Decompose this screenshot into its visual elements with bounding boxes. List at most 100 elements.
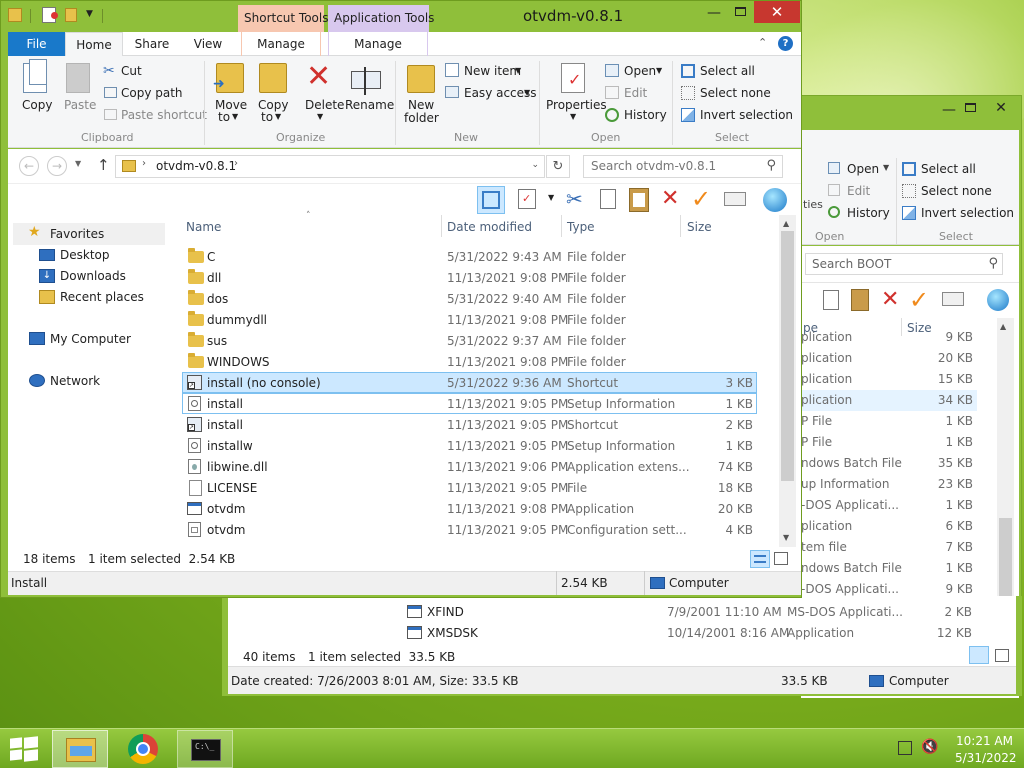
properties-icon[interactable]: ✓ — [561, 63, 585, 93]
file-name[interactable]: dummydll — [207, 313, 267, 327]
scroll-up-icon[interactable]: ▲ — [783, 219, 789, 228]
paste-button[interactable]: Paste — [64, 98, 96, 112]
back-large-icons-view-button[interactable] — [995, 649, 1009, 662]
back-edit-button[interactable]: Edit — [847, 184, 870, 198]
cut-icon[interactable]: ✂ — [103, 63, 115, 79]
cut-toolbar-icon[interactable]: ✂ — [566, 187, 583, 211]
tab-home[interactable]: Home — [65, 32, 123, 57]
back-search-box[interactable]: Search BOOT ⚲ — [805, 253, 1003, 275]
rename-icon[interactable] — [351, 67, 381, 95]
file-name[interactable]: install — [207, 418, 243, 432]
tab-manage-shortcut[interactable]: Manage — [241, 32, 321, 56]
recent-locations-icon[interactable]: ▼ — [75, 159, 81, 168]
file-name[interactable]: C — [207, 250, 215, 264]
search-icon[interactable]: ⚲ — [766, 158, 776, 173]
file-name[interactable]: LICENSE — [207, 481, 257, 495]
copy-toolbar-icon[interactable] — [600, 189, 616, 209]
tab-manage-application[interactable]: Manage — [328, 32, 428, 56]
back-globe-icon[interactable] — [987, 289, 1009, 311]
back-close-button[interactable]: ✕ — [983, 100, 1019, 120]
tab-view[interactable]: View — [181, 32, 235, 56]
properties-dropdown-icon[interactable]: ▼ — [548, 193, 554, 202]
nav-recent-places[interactable]: Recent places — [60, 290, 144, 304]
back-rename-icon[interactable] — [942, 292, 964, 306]
cut-button[interactable]: Cut — [121, 64, 142, 78]
search-box[interactable]: Search otvdm-v0.8.1 ⚲ — [583, 155, 783, 178]
back-select-all-button[interactable]: Select all — [921, 162, 976, 176]
column-date[interactable]: Date modified — [447, 220, 532, 234]
file-name[interactable]: dll — [207, 271, 221, 285]
breadcrumb-chevron-icon[interactable]: › — [234, 158, 238, 169]
back-maximize-button[interactable] — [960, 101, 980, 117]
taskbar-file-explorer-button[interactable] — [52, 730, 108, 768]
details-view-button[interactable] — [750, 550, 770, 568]
new-folder-button[interactable]: New — [408, 98, 434, 112]
collapse-ribbon-icon[interactable]: ⌃ — [758, 36, 767, 49]
back-file-name[interactable]: XFIND — [427, 605, 464, 619]
nav-desktop[interactable]: Desktop — [60, 248, 110, 262]
file-name[interactable]: otvdm — [207, 502, 245, 516]
column-name[interactable]: Name — [186, 220, 221, 234]
taskbar-chrome-button[interactable] — [128, 734, 158, 764]
back-delete-icon[interactable]: ✕ — [881, 287, 899, 312]
move-to-icon[interactable]: ➜ — [213, 63, 244, 93]
new-folder-qa-icon[interactable] — [65, 8, 77, 22]
rename-button[interactable]: Rename — [345, 98, 394, 112]
network-tray-icon[interactable] — [898, 741, 912, 755]
file-list-scrollbar[interactable]: ▲ ▼ — [779, 215, 796, 547]
paste-toolbar-icon[interactable] — [629, 188, 649, 212]
back-paste-icon[interactable] — [851, 289, 869, 311]
breadcrumb-chevron-icon[interactable]: › — [142, 158, 146, 169]
up-button[interactable]: ↑ — [97, 156, 110, 174]
file-name[interactable]: dos — [207, 292, 228, 306]
file-name[interactable]: install — [207, 397, 243, 411]
delete-icon[interactable]: ✕ — [306, 59, 331, 94]
properties-toolbar-icon[interactable]: ✓ — [518, 189, 536, 209]
checkmark-toolbar-icon[interactable]: ✓ — [691, 185, 711, 213]
tab-file[interactable]: File — [8, 32, 65, 56]
file-name[interactable]: install (no console) — [207, 376, 321, 390]
front-explorer-window[interactable]: ▼ Shortcut Tools Application Tools otvdm… — [0, 0, 802, 598]
tab-share[interactable]: Share — [125, 32, 179, 56]
back-checkmark-icon[interactable]: ✓ — [909, 286, 929, 314]
nav-downloads[interactable]: Downloads — [60, 269, 126, 283]
paste-icon[interactable] — [66, 63, 90, 93]
properties-qa-icon[interactable] — [42, 7, 58, 23]
delete-toolbar-icon[interactable]: ✕ — [661, 186, 679, 211]
new-folder-button-line2[interactable]: folder — [404, 111, 439, 125]
back-search-input[interactable]: Search BOOT — [812, 257, 891, 271]
file-name[interactable]: sus — [207, 334, 227, 348]
edit-button[interactable]: Edit — [624, 86, 647, 100]
copy-button[interactable]: Copy — [22, 98, 52, 112]
nav-network[interactable]: Network — [50, 374, 100, 388]
scroll-down-icon[interactable]: ▼ — [783, 533, 789, 542]
delete-button[interactable]: Delete — [305, 98, 344, 112]
maximize-button[interactable] — [728, 3, 752, 21]
new-folder-icon[interactable] — [407, 65, 435, 93]
back-history-button[interactable]: History — [847, 206, 890, 220]
paste-shortcut-button[interactable]: Paste shortcut — [121, 108, 207, 122]
history-button[interactable]: History — [624, 108, 667, 122]
back-open-button[interactable]: Open — [847, 162, 879, 176]
volume-muted-icon[interactable]: 🔇 — [921, 739, 938, 755]
copy-path-button[interactable]: Copy path — [121, 86, 183, 100]
back-button[interactable]: ← — [19, 156, 39, 176]
taskbar-command-prompt-button[interactable]: C:\_ — [177, 730, 233, 768]
back-select-none-button[interactable]: Select none — [921, 184, 992, 198]
address-bar[interactable]: › otvdm-v0.8.1 › ⌄ — [115, 155, 545, 178]
move-to-button-line2[interactable]: to — [218, 110, 230, 124]
close-button[interactable]: ✕ — [754, 1, 800, 23]
properties-button[interactable]: Properties — [546, 98, 607, 112]
back-file-name[interactable]: XMSDSK — [427, 626, 478, 640]
file-name[interactable]: installw — [207, 439, 253, 453]
file-name[interactable]: otvdm — [207, 523, 245, 537]
select-none-button[interactable]: Select none — [700, 86, 771, 100]
open-button[interactable]: Open — [624, 64, 656, 78]
back-minimize-button[interactable]: — — [935, 102, 963, 120]
back-invert-selection-button[interactable]: Invert selection — [921, 206, 1014, 220]
taskbar-time[interactable]: 10:21 AM — [956, 734, 1013, 748]
back-copy-icon[interactable] — [823, 290, 839, 310]
taskbar-date[interactable]: 5/31/2022 — [955, 751, 1017, 765]
copy-to-icon[interactable] — [259, 63, 287, 93]
nav-my-computer[interactable]: My Computer — [50, 332, 131, 346]
